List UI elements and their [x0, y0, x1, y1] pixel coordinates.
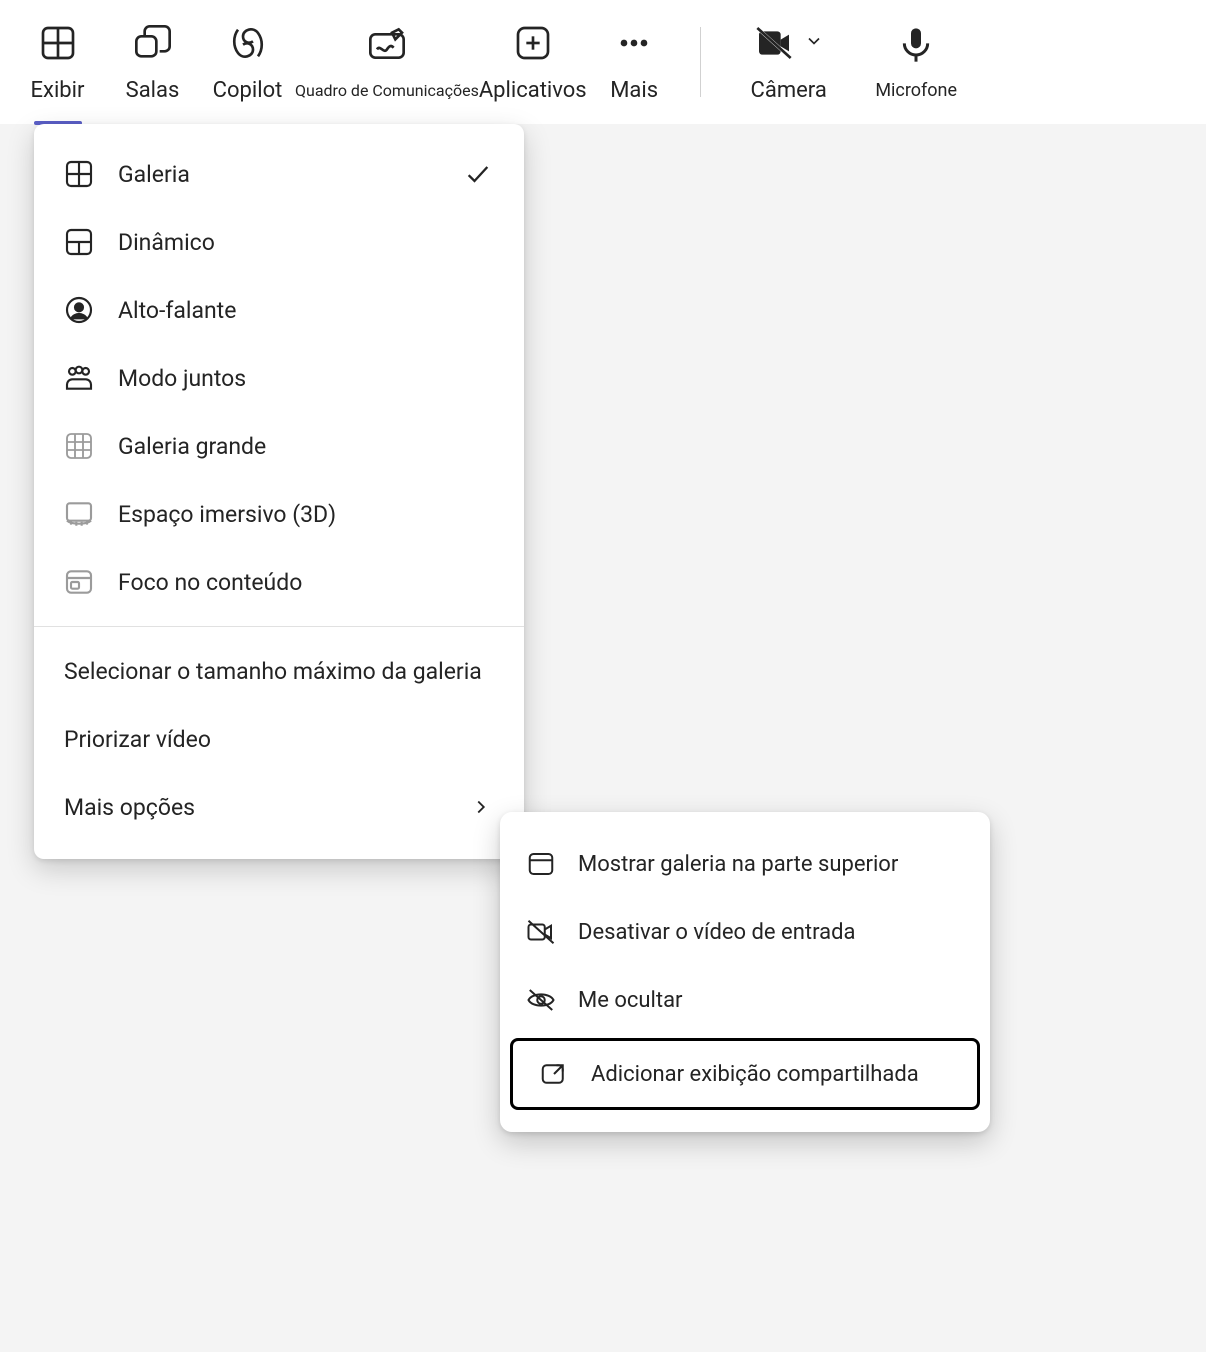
- menu-item-label: Modo juntos: [118, 365, 492, 392]
- toolbar-more-label: Mais: [610, 78, 658, 103]
- speaker-person-icon: [62, 293, 96, 327]
- menu-item-together[interactable]: Modo juntos: [34, 344, 524, 412]
- menu-item-label: Selecionar o tamanho máximo da galeria: [64, 658, 482, 685]
- menu-item-label: Galeria: [118, 161, 442, 188]
- menu-item-content-focus[interactable]: Foco no conteúdo: [34, 548, 524, 616]
- menu-separator: [34, 626, 524, 627]
- toolbar-view-label: Exibir: [31, 78, 85, 103]
- toolbar-microphone-label: Microfone: [875, 80, 957, 101]
- menu-item-large-gallery[interactable]: Galeria grande: [34, 412, 524, 480]
- popout-icon: [537, 1057, 571, 1091]
- microphone-icon: [896, 24, 936, 66]
- toolbar-whiteboard[interactable]: Quadro de Comunicações: [295, 0, 479, 124]
- menu-item-dynamic[interactable]: Dinâmico: [34, 208, 524, 276]
- submenu-hide-me[interactable]: Me ocultar: [500, 966, 990, 1034]
- view-menu: Galeria Dinâmico Alto-falante Modo junto…: [34, 124, 524, 859]
- submenu-add-shared-display[interactable]: Adicionar exibição compartilhada: [510, 1038, 980, 1110]
- toolbar-apps[interactable]: Aplicativos: [479, 0, 587, 124]
- whiteboard-icon: [367, 25, 407, 67]
- together-mode-icon: [62, 361, 96, 395]
- toolbar-apps-label: Aplicativos: [479, 78, 587, 103]
- toolbar-divider: [700, 27, 701, 97]
- gallery-icon: [62, 157, 96, 191]
- large-gallery-icon: [62, 429, 96, 463]
- more-icon: [614, 22, 654, 64]
- submenu-item-label: Mostrar galeria na parte superior: [578, 852, 898, 877]
- apps-icon: [513, 22, 553, 64]
- gallery-top-icon: [524, 847, 558, 881]
- submenu-item-label: Adicionar exibição compartilhada: [591, 1062, 919, 1087]
- toolbar-whiteboard-label: Quadro de Comunicações: [295, 81, 479, 100]
- submenu-disable-incoming-video[interactable]: Desativar o vídeo de entrada: [500, 898, 990, 966]
- menu-item-label: Mais opções: [64, 794, 448, 821]
- video-off-icon: [524, 915, 558, 949]
- toolbar-camera-label: Câmera: [751, 78, 827, 103]
- submenu-gallery-top[interactable]: Mostrar galeria na parte superior: [500, 830, 990, 898]
- menu-item-more-options[interactable]: Mais opções: [34, 773, 524, 841]
- menu-item-label: Galeria grande: [118, 433, 492, 460]
- immersive-3d-icon: [62, 497, 96, 531]
- camera-off-icon: [754, 22, 794, 64]
- menu-item-gallery[interactable]: Galeria: [34, 140, 524, 208]
- chevron-right-icon: [470, 796, 492, 818]
- rooms-icon: [133, 22, 173, 64]
- menu-item-label: Alto-falante: [118, 297, 492, 324]
- content-focus-icon: [62, 565, 96, 599]
- toolbar-view[interactable]: Exibir: [10, 0, 105, 124]
- menu-item-label: Dinâmico: [118, 229, 492, 256]
- menu-item-label: Foco no conteúdo: [118, 569, 492, 596]
- copilot-icon: [228, 22, 268, 64]
- toolbar-rooms-label: Salas: [126, 78, 180, 103]
- toolbar-copilot-label: Copilot: [213, 78, 283, 103]
- submenu-item-label: Desativar o vídeo de entrada: [578, 920, 855, 945]
- eye-off-icon: [524, 983, 558, 1017]
- more-options-submenu: Mostrar galeria na parte superior Desati…: [500, 812, 990, 1132]
- menu-item-speaker[interactable]: Alto-falante: [34, 276, 524, 344]
- dynamic-grid-icon: [62, 225, 96, 259]
- toolbar-copilot[interactable]: Copilot: [200, 0, 295, 124]
- menu-item-prioritize-video[interactable]: Priorizar vídeo: [34, 705, 524, 773]
- grid-icon: [38, 22, 78, 64]
- toolbar-camera[interactable]: Câmera: [719, 0, 859, 124]
- menu-item-immersive[interactable]: Espaço imersivo (3D): [34, 480, 524, 548]
- toolbar-more[interactable]: Mais: [587, 0, 682, 124]
- menu-item-label: Priorizar vídeo: [64, 726, 492, 753]
- menu-item-gallery-size[interactable]: Selecionar o tamanho máximo da galeria: [34, 637, 524, 705]
- toolbar-rooms[interactable]: Salas: [105, 0, 200, 124]
- toolbar-microphone[interactable]: Microfone: [859, 0, 974, 124]
- menu-item-label: Espaço imersivo (3D): [118, 501, 492, 528]
- checkmark-icon: [464, 160, 492, 188]
- chevron-down-icon[interactable]: [804, 31, 824, 55]
- submenu-item-label: Me ocultar: [578, 988, 683, 1013]
- meeting-toolbar: Exibir Salas Copilot Quadro de Comunicaç…: [0, 0, 1206, 124]
